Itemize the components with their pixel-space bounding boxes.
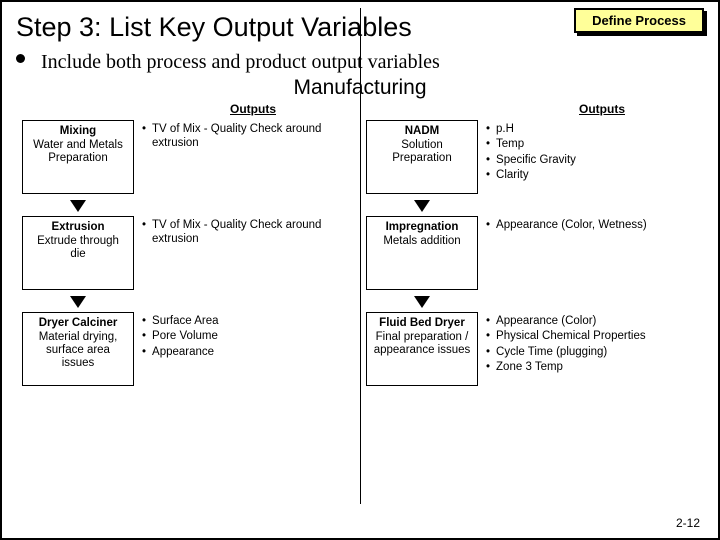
output-item: Specific Gravity	[486, 153, 698, 167]
box-desc: Metals addition	[373, 235, 471, 248]
outputs-extrusion: TV of Mix - Quality Check around extrusi…	[142, 216, 354, 248]
arrow-down-icon	[412, 294, 698, 308]
box-desc: Water and Metals Preparation	[29, 139, 127, 165]
define-process-badge: Define Process	[574, 8, 704, 33]
subtitle-text: Include both process and product output …	[41, 51, 440, 74]
outputs-fluid-bed-dryer: Appearance (Color) Physical Chemical Pro…	[486, 312, 698, 376]
output-item: TV of Mix - Quality Check around extrusi…	[142, 122, 354, 151]
arrow-down-icon	[412, 198, 698, 212]
box-mixing: Mixing Water and Metals Preparation	[22, 120, 134, 194]
output-item: Appearance (Color)	[486, 314, 698, 328]
box-dryer-calciner: Dryer Calciner Material drying, surface …	[22, 312, 134, 386]
output-item: Appearance (Color, Wetness)	[486, 218, 698, 232]
box-title: Fluid Bed Dryer	[373, 317, 471, 329]
output-item: Zone 3 Temp	[486, 360, 698, 374]
box-desc: Extrude through die	[29, 235, 127, 261]
right-row-3: Fluid Bed Dryer Final preparation / appe…	[366, 312, 698, 386]
box-title: Impregnation	[373, 221, 471, 233]
box-extrusion: Extrusion Extrude through die	[22, 216, 134, 290]
left-row-3: Dryer Calciner Material drying, surface …	[22, 312, 354, 386]
box-title: Mixing	[29, 125, 127, 137]
left-row-1: Mixing Water and Metals Preparation TV o…	[22, 120, 354, 194]
outputs-header-right: Outputs	[366, 102, 698, 116]
left-column: Outputs Mixing Water and Metals Preparat…	[16, 102, 360, 396]
columns: Outputs Mixing Water and Metals Preparat…	[16, 102, 704, 396]
output-item: p.H	[486, 122, 698, 136]
right-row-2: Impregnation Metals addition Appearance …	[366, 216, 698, 290]
right-row-1: NADM Solution Preparation p.H Temp Speci…	[366, 120, 698, 194]
output-item: Surface Area	[142, 314, 354, 328]
box-title: Dryer Calciner	[29, 317, 127, 329]
bullet-icon	[16, 54, 25, 63]
output-item: Physical Chemical Properties	[486, 329, 698, 343]
outputs-dryer-calciner: Surface Area Pore Volume Appearance	[142, 312, 354, 360]
box-impregnation: Impregnation Metals addition	[366, 216, 478, 290]
outputs-header-left: Outputs	[22, 102, 354, 116]
slide-frame: Define Process Step 3: List Key Output V…	[0, 0, 720, 540]
right-column: Outputs NADM Solution Preparation p.H Te…	[360, 102, 704, 396]
box-desc: Final preparation / appearance issues	[373, 331, 471, 357]
box-title: NADM	[373, 125, 471, 137]
outputs-mixing: TV of Mix - Quality Check around extrusi…	[142, 120, 354, 152]
output-item: Cycle Time (plugging)	[486, 345, 698, 359]
box-desc: Material drying, surface area issues	[29, 331, 127, 371]
outputs-nadm: p.H Temp Specific Gravity Clarity	[486, 120, 698, 184]
output-item: TV of Mix - Quality Check around extrusi…	[142, 218, 354, 247]
box-nadm: NADM Solution Preparation	[366, 120, 478, 194]
arrow-down-icon	[68, 198, 354, 212]
page-number: 2-12	[676, 516, 700, 530]
box-desc: Solution Preparation	[373, 139, 471, 165]
output-item: Pore Volume	[142, 329, 354, 343]
left-row-2: Extrusion Extrude through die TV of Mix …	[22, 216, 354, 290]
outputs-impregnation: Appearance (Color, Wetness)	[486, 216, 698, 233]
arrow-down-icon	[68, 294, 354, 308]
box-fluid-bed-dryer: Fluid Bed Dryer Final preparation / appe…	[366, 312, 478, 386]
output-item: Appearance	[142, 345, 354, 359]
box-title: Extrusion	[29, 221, 127, 233]
output-item: Temp	[486, 137, 698, 151]
output-item: Clarity	[486, 168, 698, 182]
